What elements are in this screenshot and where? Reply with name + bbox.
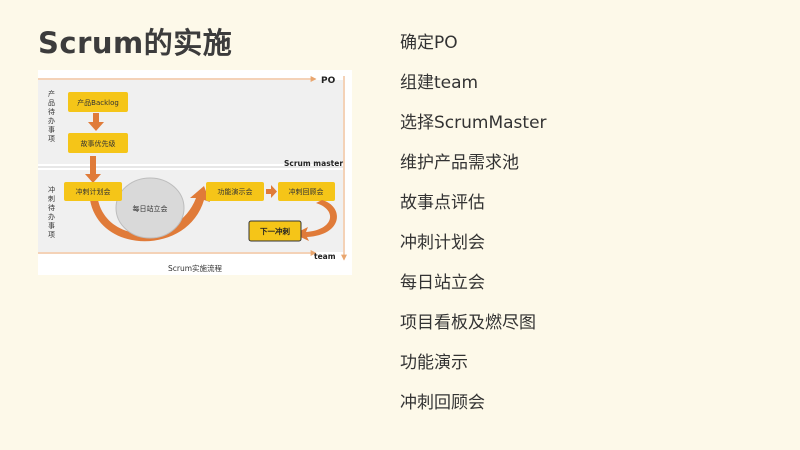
list-item: 冲刺回顾会 <box>400 393 485 413</box>
slide-title: Scrum的实施 <box>38 26 233 60</box>
scrum-flow-svg: PO Scrum master team 产品待办事项 冲刺待办事项 每日站立会… <box>38 70 352 275</box>
sprint-planning-label: 冲刺计划会 <box>76 187 111 196</box>
list-item: 冲刺计划会 <box>400 233 485 253</box>
list-item: 维护产品需求池 <box>400 153 519 173</box>
list-item: 项目看板及燃尽图 <box>400 313 536 333</box>
retro-label: 冲刺回顾会 <box>289 187 324 196</box>
next-sprint-label: 下一冲刺 <box>260 226 290 236</box>
demo-label: 功能演示会 <box>218 187 253 196</box>
product-backlog-label: 产品Backlog <box>77 98 119 107</box>
list-item: 确定PO <box>400 33 458 53</box>
daily-standup-label: 每日站立会 <box>133 204 168 213</box>
stories-label: 故事优先级 <box>81 139 116 148</box>
scrum-master-label: Scrum master <box>284 159 343 168</box>
list-item: 选择ScrumMaster <box>400 113 547 133</box>
list-item: 故事点评估 <box>400 193 485 213</box>
po-label: PO <box>321 76 336 86</box>
list-item: 组建team <box>400 73 479 93</box>
scrum-flow-diagram: PO Scrum master team 产品待办事项 冲刺待办事项 每日站立会… <box>38 70 352 275</box>
list-item: 功能演示 <box>400 353 468 373</box>
list-item: 每日站立会 <box>400 273 485 293</box>
team-label: team <box>314 252 336 261</box>
implementation-steps-list: 确定PO 组建team 选择ScrumMaster 维护产品需求池 故事点评估 … <box>400 30 547 430</box>
diagram-caption: Scrum实施流程 <box>168 263 223 273</box>
